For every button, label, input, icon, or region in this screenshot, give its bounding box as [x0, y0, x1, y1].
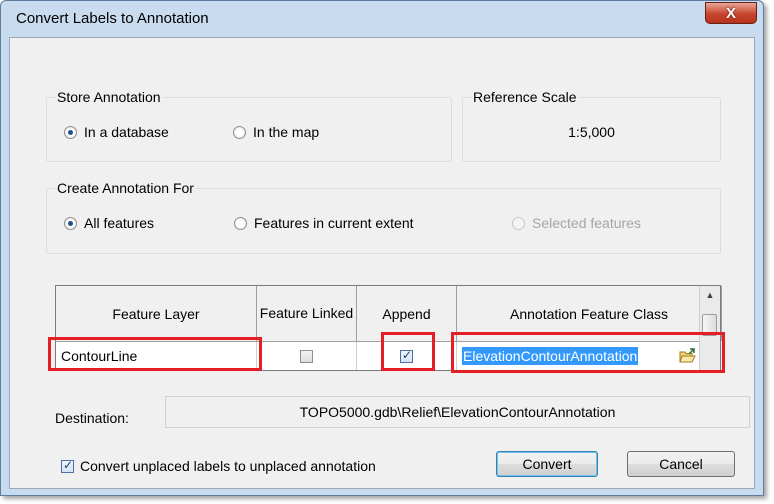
convert-button[interactable]: Convert — [496, 451, 598, 477]
cell-append — [357, 342, 457, 370]
dialog-client-area: Store Annotation In a database In the ma… — [9, 37, 755, 489]
destination-label: Destination: — [55, 410, 129, 426]
convert-button-label: Convert — [522, 456, 572, 472]
radio-label: All features — [84, 215, 155, 231]
column-header-feature-linked[interactable]: Feature Linked — [257, 286, 357, 341]
annotation-feature-class-value[interactable]: ElevationContourAnnotation — [462, 347, 639, 365]
cell-annotation-feature-class[interactable]: ElevationContourAnnotation — [457, 342, 702, 370]
column-header-append[interactable]: Append — [357, 286, 457, 341]
close-button[interactable]: X — [705, 2, 757, 24]
cancel-button-label: Cancel — [659, 456, 703, 472]
radio-features-in-current-extent[interactable]: Features in current extent — [234, 215, 414, 231]
radio-in-the-map[interactable]: In the map — [233, 124, 319, 140]
open-folder-icon[interactable] — [679, 348, 697, 364]
radio-selected-features[interactable]: Selected features — [512, 215, 641, 231]
column-header-feature-layer[interactable]: Feature Layer — [56, 286, 257, 341]
reference-scale-title: Reference Scale — [471, 89, 579, 105]
cell-feature-linked — [257, 342, 357, 370]
append-checkbox[interactable] — [400, 348, 413, 363]
create-annotation-for-title: Create Annotation For — [55, 180, 196, 196]
radio-label: In a database — [84, 124, 169, 140]
feature-linked-checkbox[interactable] — [300, 349, 313, 363]
radio-label: In the map — [253, 124, 320, 140]
scroll-thumb[interactable] — [702, 314, 717, 336]
radio-unselected-icon — [512, 216, 525, 230]
convert-unplaced-label: Convert unplaced labels to unplaced anno… — [80, 458, 376, 474]
dialog-window: Convert Labels to Annotation X Store Ann… — [0, 0, 764, 496]
scroll-up-icon[interactable]: ▲ — [700, 286, 720, 304]
reference-scale-value: 1:5,000 — [568, 124, 615, 140]
convert-unplaced-option[interactable]: Convert unplaced labels to unplaced anno… — [61, 458, 376, 474]
column-header-annotation-feature-class[interactable]: Annotation Feature Class — [457, 286, 722, 341]
title-bar[interactable]: Convert Labels to Annotation X — [1, 1, 763, 37]
convert-unplaced-checkbox[interactable] — [61, 458, 74, 473]
layer-grid: Feature Layer Feature Linked Append Anno… — [55, 285, 722, 371]
radio-unselected-icon — [233, 125, 246, 139]
radio-all-features[interactable]: All features — [64, 215, 154, 231]
destination-value: TOPO5000.gdb\Relief\ElevationContourAnno… — [299, 404, 616, 420]
cancel-button[interactable]: Cancel — [627, 451, 735, 477]
create-annotation-for-group: Create Annotation For All features Featu… — [46, 180, 721, 254]
grid-header: Feature Layer Feature Linked Append Anno… — [56, 286, 722, 342]
reference-scale-group: Reference Scale 1:5,000 — [462, 89, 721, 162]
radio-label: Selected features — [532, 215, 641, 231]
store-annotation-title: Store Annotation — [55, 89, 163, 105]
close-icon: X — [725, 4, 736, 22]
radio-in-a-database[interactable]: In a database — [64, 124, 169, 140]
radio-selected-icon — [64, 216, 77, 230]
cell-feature-layer[interactable]: ContourLine — [56, 342, 257, 370]
radio-label: Features in current extent — [254, 215, 414, 231]
feature-layer-value: ContourLine — [61, 348, 138, 364]
store-annotation-group: Store Annotation In a database In the ma… — [46, 89, 452, 162]
grid-scrollbar[interactable]: ▲ — [699, 286, 720, 370]
dialog-title: Convert Labels to Annotation — [16, 10, 209, 27]
destination-field: TOPO5000.gdb\Relief\ElevationContourAnno… — [165, 396, 750, 428]
radio-unselected-icon — [234, 216, 247, 230]
radio-selected-icon — [64, 125, 77, 139]
